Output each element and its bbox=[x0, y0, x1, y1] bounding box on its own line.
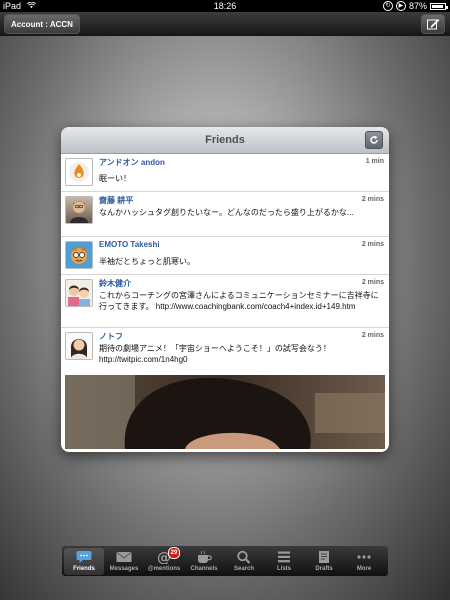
tab-bar: Friends Messages @ 29 @mentions Channels… bbox=[62, 546, 388, 576]
refresh-icon bbox=[370, 135, 378, 144]
children-photo bbox=[68, 285, 90, 306]
tweet-text: なんかハッシュタグ創りたいなー。どんなのだったら盛り上がるかな... bbox=[99, 208, 354, 217]
avatar[interactable] bbox=[65, 279, 93, 307]
tweet-time: 2 mins bbox=[361, 279, 384, 286]
tweet-author[interactable]: 鈴木健介 bbox=[99, 278, 131, 289]
photo-image bbox=[65, 375, 385, 449]
account-button[interactable]: Account : ACCN bbox=[4, 14, 80, 34]
play-icon: ▶ bbox=[395, 1, 406, 11]
cartoon-avatar bbox=[71, 246, 87, 264]
compose-icon bbox=[427, 19, 440, 30]
tweet-text: 眠ーい！ bbox=[99, 174, 131, 183]
battery-icon bbox=[430, 2, 448, 10]
tweet-row[interactable]: 齋藤 耕平 2 mins なんかハッシュタグ創りたいなー。どんなのだったら盛り上… bbox=[61, 192, 389, 237]
rotation-lock-icon: ↻ bbox=[382, 1, 393, 11]
tweet-time: 2 mins bbox=[361, 196, 384, 203]
status-right: ↻ ▶ 87% bbox=[382, 0, 448, 12]
person-photo bbox=[70, 201, 88, 223]
coffee-cup-icon bbox=[198, 550, 212, 563]
panel-title: Friends bbox=[205, 134, 245, 146]
speech-bubble-icon bbox=[76, 551, 92, 563]
tweet-row[interactable]: EMOTO Takeshi 2 mins 半袖だとちょっと肌寒い。 bbox=[61, 237, 389, 275]
avatar[interactable] bbox=[65, 241, 93, 269]
avatar[interactable] bbox=[65, 332, 93, 360]
tweet-photo-preview[interactable] bbox=[65, 375, 385, 449]
mentions-badge: 29 bbox=[168, 547, 180, 559]
tweet-text: これからコーチングの宮澤さんによるコミュニケーションセミナーに吉祥寺に行ってきま… bbox=[99, 291, 379, 311]
top-bar: Account : ACCN bbox=[0, 12, 450, 36]
tweet-time: 2 mins bbox=[361, 332, 384, 339]
friends-timeline-panel: Friends アンドオン andon 1 min 眠ーい！ 齋藤 耕平 2 m… bbox=[61, 127, 389, 452]
tweet-author[interactable]: 齋藤 耕平 bbox=[99, 195, 133, 206]
tweet-row[interactable]: ノトフ 2 mins 期待の劇場アニメ！「宇宙ショーへようこそ！」の試写会なう！… bbox=[61, 328, 389, 375]
battery-percent: 87% bbox=[408, 1, 427, 11]
status-bar: iPad 18:26 ↻ ▶ 87% bbox=[0, 0, 450, 12]
tab-more[interactable]: More bbox=[344, 548, 384, 575]
tweet-time: 1 min bbox=[365, 158, 384, 165]
tweet-author[interactable]: ノトフ bbox=[99, 331, 123, 342]
refresh-button[interactable] bbox=[365, 131, 383, 149]
tweet-text: 期待の劇場アニメ！「宇宙ショーへようこそ！」の試写会なう！ http://twi… bbox=[99, 344, 331, 364]
tweet-text: 半袖だとちょっと肌寒い。 bbox=[99, 257, 195, 266]
compose-button[interactable] bbox=[421, 14, 445, 34]
woman-photo bbox=[70, 339, 88, 359]
drafts-icon bbox=[319, 551, 329, 563]
avatar[interactable] bbox=[65, 196, 93, 224]
tweet-row[interactable]: アンドオン andon 1 min 眠ーい！ bbox=[61, 154, 389, 192]
list-icon bbox=[278, 551, 290, 563]
magnifier-icon bbox=[237, 550, 251, 564]
tweet-time: 2 mins bbox=[361, 241, 384, 248]
panel-header: Friends bbox=[61, 127, 389, 154]
tweet-author[interactable]: アンドオン andon bbox=[99, 157, 165, 168]
andon-logo-icon bbox=[69, 162, 89, 182]
tab-label: More bbox=[356, 566, 372, 572]
avatar[interactable] bbox=[65, 158, 93, 186]
tweet-author[interactable]: EMOTO Takeshi bbox=[99, 240, 160, 249]
tweet-row[interactable]: 鈴木健介 2 mins これからコーチングの宮澤さんによるコミュニケーションセミ… bbox=[61, 275, 389, 328]
envelope-icon bbox=[116, 551, 132, 562]
dots-icon bbox=[357, 555, 371, 559]
